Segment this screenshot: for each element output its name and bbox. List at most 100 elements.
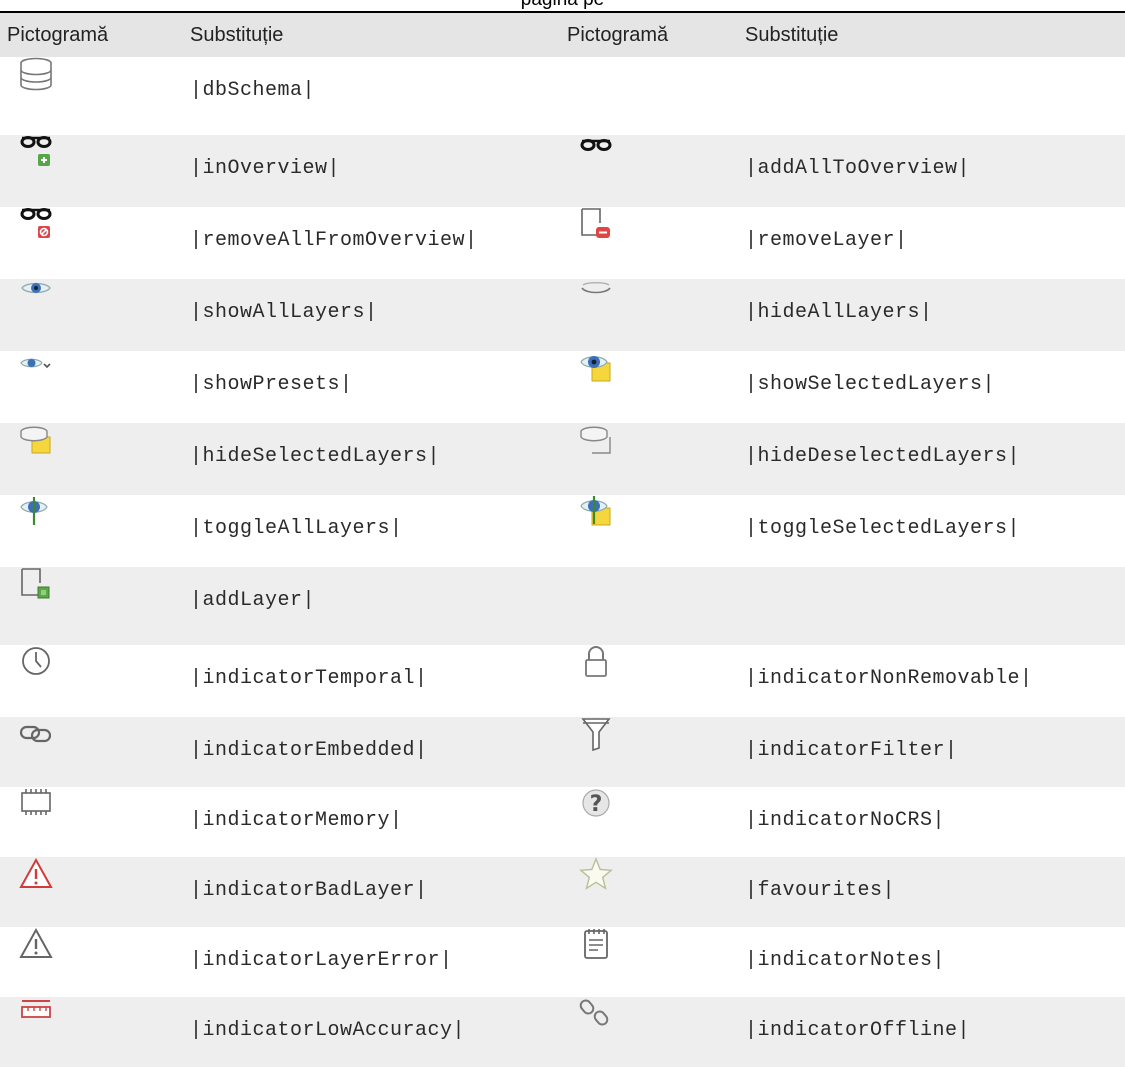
eye-toggle-selected-icon <box>578 495 614 529</box>
table-header-row: Pictogramă Substituție Pictogramă Substi… <box>0 13 1125 57</box>
table-row: |showAllLayers| |hideAllLayers| <box>0 279 1125 351</box>
right-substitution-cell: |indicatorNoCRS| <box>745 787 1125 857</box>
left-icon-cell <box>0 135 190 207</box>
right-icon-cell <box>560 135 745 207</box>
right-icon-cell <box>560 717 745 787</box>
left-icon-cell <box>0 645 190 717</box>
page-cutoff-text: pagină pe <box>0 0 1125 10</box>
glasses-remove-icon <box>18 207 54 241</box>
eye-selected-icon <box>578 351 614 385</box>
right-icon-cell <box>560 567 745 645</box>
left-icon-cell <box>0 57 190 135</box>
substitution-code: |removeAllFromOverview| <box>190 229 478 252</box>
header-pictograma-left: Pictogramă <box>0 13 190 57</box>
left-icon-cell <box>0 495 190 567</box>
left-icon-cell <box>0 351 190 423</box>
substitution-code: |hideDeselectedLayers| <box>745 445 1021 468</box>
left-icon-cell <box>0 567 190 645</box>
glasses-add-icon <box>18 135 54 169</box>
layer-add-icon <box>18 567 54 601</box>
right-substitution-cell: |removeLayer| <box>745 207 1125 279</box>
right-icon-cell <box>560 279 745 351</box>
eye-presets-icon <box>18 351 54 385</box>
left-substitution-cell: |removeAllFromOverview| <box>190 207 560 279</box>
left-substitution-cell: |toggleAllLayers| <box>190 495 560 567</box>
left-substitution-cell: |showPresets| <box>190 351 560 423</box>
right-icon-cell <box>560 645 745 717</box>
substitution-code: |indicatorNonRemovable| <box>745 667 1033 690</box>
left-icon-cell <box>0 423 190 495</box>
right-icon-cell <box>560 423 745 495</box>
left-substitution-cell: |hideSelectedLayers| <box>190 423 560 495</box>
substitution-code: |showPresets| <box>190 373 353 396</box>
database-icon <box>18 57 54 91</box>
right-icon-cell <box>560 351 745 423</box>
right-icon-cell <box>560 495 745 567</box>
warning-red-icon <box>18 857 54 891</box>
filter-icon <box>578 717 614 751</box>
substitution-code: |hideSelectedLayers| <box>190 445 441 468</box>
globe-question-icon: ? <box>578 787 614 821</box>
table-row: |indicatorBadLayer| |favourites| <box>0 857 1125 927</box>
right-substitution-cell: |indicatorFilter| <box>745 717 1125 787</box>
left-icon-cell <box>0 207 190 279</box>
left-icon-cell <box>0 927 190 997</box>
memory-icon <box>18 787 54 821</box>
right-substitution-cell: |indicatorNonRemovable| <box>745 645 1125 717</box>
left-substitution-cell: |addLayer| <box>190 567 560 645</box>
table-row: |dbSchema| <box>0 57 1125 135</box>
table-row: |removeAllFromOverview| |removeLayer| <box>0 207 1125 279</box>
table-row: |indicatorEmbedded| |indicatorFilter| <box>0 717 1125 787</box>
table-row: |indicatorLayerError| |indicatorNotes| <box>0 927 1125 997</box>
left-substitution-cell: |indicatorLowAccuracy| <box>190 997 560 1067</box>
table-row: |indicatorTemporal| |indicatorNonRemovabl… <box>0 645 1125 717</box>
substitution-code: |dbSchema| <box>190 79 316 102</box>
right-substitution-cell: |toggleSelectedLayers| <box>745 495 1125 567</box>
substitution-code: |indicatorLayerError| <box>190 949 453 972</box>
substitution-code: |indicatorEmbedded| <box>190 739 428 762</box>
left-substitution-cell: |inOverview| <box>190 135 560 207</box>
left-substitution-cell: |indicatorBadLayer| <box>190 857 560 927</box>
header-pictograma-right: Pictogramă <box>560 13 745 57</box>
eye-closed-icon <box>578 279 614 313</box>
substitution-code: |addLayer| <box>190 589 316 612</box>
table-row: |hideSelectedLayers| |hideDeselectedLayer… <box>0 423 1125 495</box>
right-substitution-cell: |showSelectedLayers| <box>745 351 1125 423</box>
substitution-code: |indicatorOffline| <box>745 1019 971 1042</box>
right-icon-cell <box>560 997 745 1067</box>
right-icon-cell: ? <box>560 787 745 857</box>
table-row: |addLayer| <box>0 567 1125 645</box>
substitution-code: |addAllToOverview| <box>745 157 971 180</box>
left-icon-cell <box>0 857 190 927</box>
eye-closed-selected-icon <box>18 423 54 457</box>
lock-icon <box>578 645 614 679</box>
right-substitution-cell <box>745 567 1125 645</box>
table-row: |indicatorMemory|? |indicatorNoCRS| <box>0 787 1125 857</box>
left-icon-cell <box>0 787 190 857</box>
right-substitution-cell: |favourites| <box>745 857 1125 927</box>
svg-text:?: ? <box>590 792 603 817</box>
left-substitution-cell: |dbSchema| <box>190 57 560 135</box>
right-substitution-cell: |addAllToOverview| <box>745 135 1125 207</box>
glasses-icon <box>578 135 614 169</box>
substitution-code: |indicatorNoCRS| <box>745 809 946 832</box>
substitution-code: |favourites| <box>745 879 896 902</box>
substitution-code: |toggleSelectedLayers| <box>745 517 1021 540</box>
left-substitution-cell: |indicatorMemory| <box>190 787 560 857</box>
link-icon <box>18 717 54 751</box>
right-substitution-cell: |indicatorOffline| <box>745 997 1125 1067</box>
star-icon <box>578 857 614 891</box>
right-substitution-cell <box>745 57 1125 135</box>
left-substitution-cell: |indicatorLayerError| <box>190 927 560 997</box>
eye-icon <box>18 279 54 313</box>
icon-substitution-table: Pictogramă Substituție Pictogramă Substi… <box>0 13 1125 1067</box>
substitution-code: |indicatorTemporal| <box>190 667 428 690</box>
substitution-code: |indicatorBadLayer| <box>190 879 428 902</box>
substitution-code: |removeLayer| <box>745 229 908 252</box>
left-icon-cell <box>0 997 190 1067</box>
clock-icon <box>18 645 54 679</box>
left-icon-cell <box>0 717 190 787</box>
substitution-code: |indicatorMemory| <box>190 809 403 832</box>
header-substitutie-right: Substituție <box>745 13 1125 57</box>
eye-closed-deselected-icon <box>578 423 614 457</box>
